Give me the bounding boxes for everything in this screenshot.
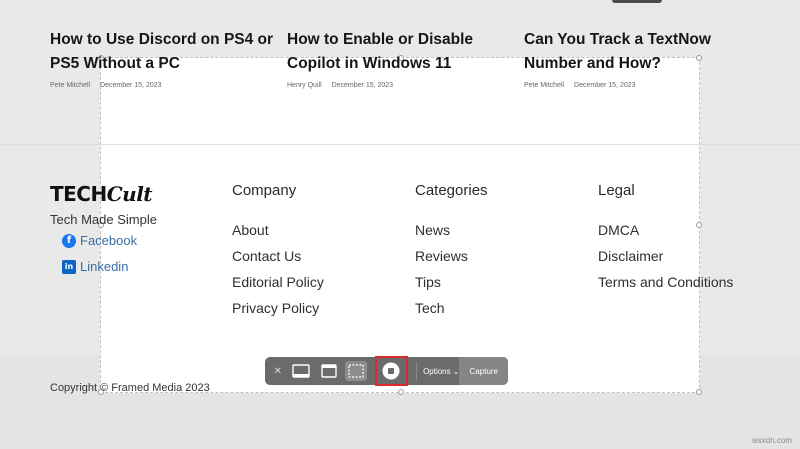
options-label: Options [423, 366, 451, 376]
article-meta: Henry Quill December 15, 2023 [287, 82, 517, 89]
display-icon [292, 364, 311, 378]
footer-link-news[interactable]: News [415, 217, 488, 243]
linkedin-icon: in [62, 259, 76, 274]
logo-text-cult: Cult [106, 182, 153, 206]
social-link-facebook[interactable]: f Facebook [62, 233, 137, 248]
options-dropdown[interactable]: Options ⌄ [423, 367, 459, 376]
footer-column-company: Company About Contact Us Editorial Polic… [232, 182, 324, 321]
footer-column-categories: Categories News Reviews Tips Tech [415, 182, 488, 321]
social-link-linkedin[interactable]: in Linkedin [62, 259, 128, 274]
chevron-down-icon: ⌄ [452, 366, 460, 376]
article-card[interactable]: How to Enable or Disable Copilot in Wind… [287, 28, 517, 89]
brand-tagline: Tech Made Simple [50, 212, 157, 227]
article-date: December 15, 2023 [100, 82, 162, 89]
footer-link-disclaimer[interactable]: Disclaimer [598, 243, 733, 269]
footer-link-about[interactable]: About [232, 217, 324, 243]
capture-button[interactable]: Capture [459, 357, 509, 385]
article-meta: Pete Mitchell December 15, 2023 [524, 82, 754, 89]
close-icon[interactable]: ✕ [271, 364, 285, 378]
article-title[interactable]: How to Use Discord on PS4 or PS5 Without… [50, 28, 280, 76]
social-label: Facebook [80, 233, 138, 248]
techcult-logo[interactable]: TECHCult [50, 182, 153, 206]
footer-heading: Legal [598, 182, 635, 199]
logo-text-tech: TECH [50, 182, 107, 206]
article-date: December 15, 2023 [331, 82, 394, 89]
footer-divider [0, 144, 800, 145]
article-author[interactable]: Henry Quill [287, 82, 322, 89]
facebook-icon: f [62, 233, 76, 248]
article-card[interactable]: Can You Track a TextNow Number and How? … [524, 28, 754, 89]
article-author[interactable]: Pete Mitchell [50, 82, 90, 89]
window-icon [321, 364, 337, 378]
article-title[interactable]: How to Enable or Disable Copilot in Wind… [287, 28, 517, 76]
screenshot-toolbar: ✕ Options ⌄ Capture [265, 356, 509, 386]
footer-link-contact-us[interactable]: Contact Us [232, 243, 324, 269]
record-selection-button[interactable] [374, 356, 409, 386]
article-author[interactable]: Pete Mitchell [524, 82, 564, 89]
footer-link-reviews[interactable]: Reviews [415, 243, 488, 269]
footer-heading: Categories [415, 182, 488, 199]
selection-handle-bottom[interactable] [398, 389, 404, 395]
capture-selection-button[interactable] [345, 361, 367, 381]
page: How to Use Discord on PS4 or PS5 Without… [0, 0, 800, 449]
footer-link-tips[interactable]: Tips [415, 269, 488, 295]
selection-handle-bottom-right[interactable] [696, 389, 702, 395]
toolbar-separator [416, 362, 418, 380]
footer-heading: Company [232, 182, 297, 199]
capture-window-button[interactable] [318, 361, 339, 381]
selection-icon [348, 364, 364, 378]
watermark-text: wsxdn.com [751, 436, 792, 445]
footer-link-editorial-policy[interactable]: Editorial Policy [232, 269, 324, 295]
record-icon [382, 362, 400, 380]
footer-link-terms[interactable]: Terms and Conditions [598, 269, 733, 295]
article-card[interactable]: How to Use Discord on PS4 or PS5 Without… [50, 28, 280, 89]
copyright-text: Copyright © Framed Media 2023 [50, 382, 210, 394]
footer-column-legal: Legal DMCA Disclaimer Terms and Conditio… [598, 182, 733, 295]
footer-link-privacy-policy[interactable]: Privacy Policy [232, 295, 324, 321]
article-title[interactable]: Can You Track a TextNow Number and How? [524, 28, 754, 76]
social-label: Linkedin [80, 259, 129, 274]
footer-link-dmca[interactable]: DMCA [598, 217, 733, 243]
footer-link-tech[interactable]: Tech [415, 295, 488, 321]
article-meta: Pete Mitchell December 15, 2023 [50, 82, 280, 89]
article-date: December 15, 2023 [574, 82, 636, 89]
top-menubar-tab [612, 0, 662, 3]
capture-entire-screen-button[interactable] [291, 361, 312, 381]
